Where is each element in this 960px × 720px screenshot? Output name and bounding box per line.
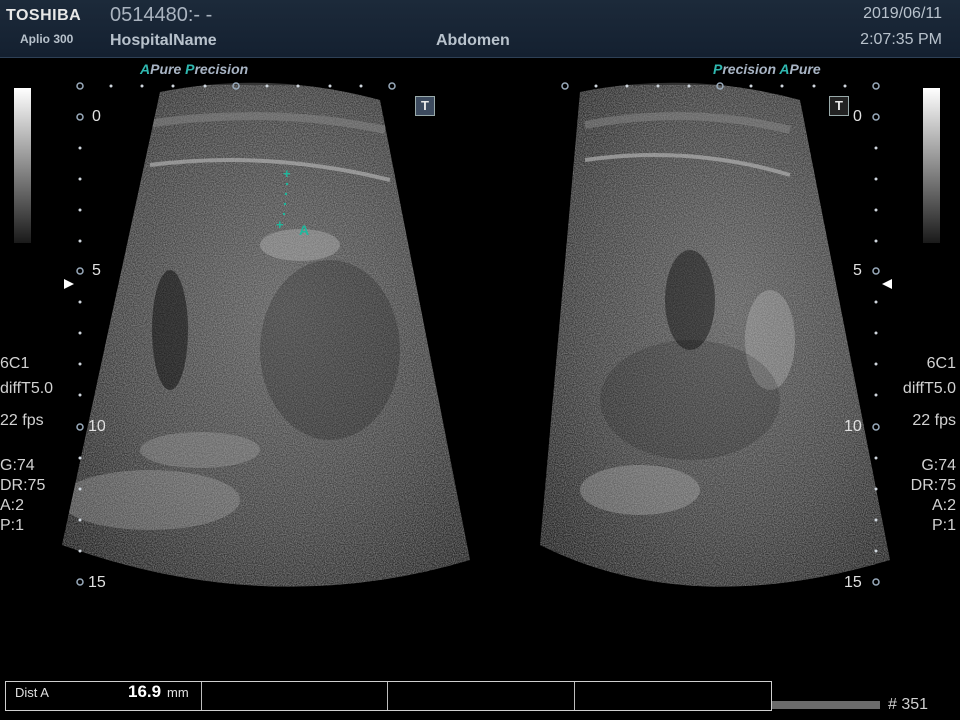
left-mode: diffT5.0 bbox=[0, 380, 54, 397]
left-p: P:1 bbox=[0, 517, 25, 534]
frame-number: # 351 bbox=[888, 696, 929, 713]
focus-marker-left-icon[interactable] bbox=[64, 279, 74, 289]
ultrasound-view bbox=[62, 82, 892, 587]
left-dr: DR:75 bbox=[0, 477, 46, 494]
t-button-right[interactable]: T bbox=[829, 96, 849, 116]
measurement-cell-dist: Dist A 16.9 mm bbox=[6, 682, 202, 710]
ultrasound-image-left bbox=[62, 82, 470, 587]
depth-label-left-15: 15 bbox=[88, 574, 106, 591]
cine-scrollbar[interactable] bbox=[772, 701, 880, 709]
right-mode: diffT5.0 bbox=[902, 380, 956, 397]
left-probe: 6C1 bbox=[0, 355, 30, 372]
right-a: A:2 bbox=[931, 497, 956, 514]
depth-label-right-15: 15 bbox=[844, 574, 862, 591]
right-p: P:1 bbox=[931, 517, 956, 534]
ultrasound-image-right bbox=[540, 82, 890, 587]
right-probe: 6C1 bbox=[926, 355, 956, 372]
right-gain: G:74 bbox=[921, 457, 956, 474]
measurement-cell-2 bbox=[201, 682, 388, 710]
depth-label-right-0: 0 bbox=[853, 108, 862, 125]
depth-label-left-5: 5 bbox=[92, 262, 101, 279]
depth-label-right-5: 5 bbox=[853, 262, 862, 279]
depth-label-left-0: 0 bbox=[92, 108, 101, 125]
caliper-label: A bbox=[299, 222, 310, 238]
measurement-cell-4 bbox=[574, 682, 771, 710]
left-gain: G:74 bbox=[0, 457, 35, 474]
depth-label-left-10: 10 bbox=[88, 418, 106, 435]
right-dr: DR:75 bbox=[910, 477, 956, 494]
right-fps: 22 fps bbox=[912, 412, 956, 429]
left-a: A:2 bbox=[0, 497, 25, 514]
pure-precision-logo-right: Precision APure bbox=[713, 61, 821, 77]
caliper-end-icon[interactable]: + bbox=[276, 217, 284, 232]
left-fps: 22 fps bbox=[0, 412, 44, 429]
measurement-cell-3 bbox=[387, 682, 575, 710]
caliper-start-icon[interactable]: + bbox=[283, 166, 291, 181]
measurement-value: 16.9 bbox=[128, 682, 162, 701]
measurement-panel: Dist A 16.9 mm bbox=[5, 681, 772, 711]
focus-marker-right-icon[interactable] bbox=[882, 279, 892, 289]
measurement-label: Dist A bbox=[15, 685, 49, 700]
grayscale-bar-left bbox=[14, 88, 31, 243]
measurement-unit: mm bbox=[167, 685, 189, 700]
depth-label-right-10: 10 bbox=[844, 418, 862, 435]
pure-precision-logo-left: APure Precision bbox=[140, 61, 249, 77]
grayscale-bar-right bbox=[923, 88, 940, 243]
t-button-left[interactable]: T bbox=[415, 96, 435, 116]
